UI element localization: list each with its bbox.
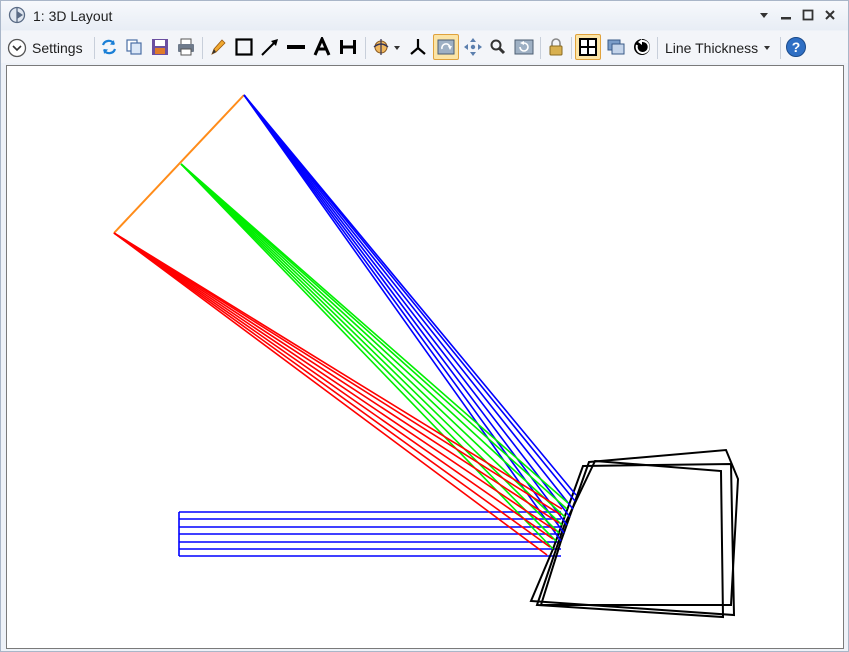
grid-button[interactable] [575, 34, 601, 60]
maximize-icon[interactable] [799, 6, 817, 24]
toolbar-divider [202, 37, 203, 59]
toolbar-divider [365, 37, 366, 59]
dimension-button[interactable] [336, 35, 360, 59]
dispersed-ray-green [180, 163, 569, 504]
settings-button[interactable]: Settings [7, 37, 83, 59]
layout-canvas[interactable] [6, 65, 844, 649]
dispersed-ray-blue [243, 94, 562, 542]
dispersed-ray-blue [243, 94, 577, 496]
dispersed-ray-red [113, 232, 557, 532]
toolbar-divider [540, 37, 541, 59]
rotate-icon [437, 39, 455, 55]
reset-view-button[interactable] [512, 35, 536, 59]
window-button[interactable] [604, 35, 628, 59]
help-button[interactable]: ? [784, 35, 808, 59]
toolbar: Settings Line Thickness ? [1, 31, 848, 63]
dispersed-ray-blue [243, 94, 571, 518]
layout-window: 1: 3D Layout Settings Line Thickness ? [0, 0, 849, 652]
dispersed-ray-red [113, 232, 562, 516]
save-button[interactable] [148, 35, 172, 59]
arrow-button[interactable] [258, 35, 282, 59]
refresh-icon [101, 39, 117, 55]
text-button[interactable] [310, 35, 334, 59]
rotate-view-icon [373, 39, 400, 55]
settings-label: Settings [32, 40, 83, 56]
dispersed-ray-red [113, 232, 554, 540]
dispersed-ray-green [180, 163, 563, 526]
toolbar-divider [571, 37, 572, 59]
optical-layout-drawing [113, 94, 740, 619]
toolbar-divider [780, 37, 781, 59]
line-thickness-dropdown[interactable]: Line Thickness [665, 37, 771, 59]
axes-icon [410, 39, 426, 55]
dispersed-ray-blue [243, 94, 565, 534]
reset-view-icon [514, 39, 534, 55]
axes-button[interactable] [406, 35, 430, 59]
dropdown-icon[interactable] [755, 6, 773, 24]
pan-button[interactable] [461, 35, 485, 59]
toolbar-divider [94, 37, 95, 59]
toolbar-divider [657, 37, 658, 59]
snap-icon [634, 39, 650, 55]
grid-icon [579, 38, 597, 56]
pencil-button[interactable] [206, 35, 230, 59]
help-icon: ? [786, 37, 806, 57]
zoom-button[interactable] [486, 35, 510, 59]
rotate-button[interactable] [433, 34, 459, 60]
close-icon[interactable] [821, 6, 839, 24]
minimize-icon[interactable] [777, 6, 795, 24]
copy-button[interactable] [122, 35, 146, 59]
dispersed-ray-red [113, 232, 563, 510]
snap-button[interactable] [630, 35, 654, 59]
pan-icon [464, 38, 482, 56]
rectangle-icon [235, 38, 253, 56]
svg-text:?: ? [792, 39, 801, 55]
rectangle-button[interactable] [232, 35, 256, 59]
save-icon [152, 39, 168, 55]
title-bar: 1: 3D Layout [1, 1, 848, 30]
dispersed-ray-green [180, 163, 566, 518]
chevron-down-icon [7, 38, 27, 58]
lock-icon [549, 38, 563, 56]
arrow-icon [261, 39, 278, 56]
dispersed-ray-red [113, 232, 560, 524]
layout-app-icon [8, 6, 26, 24]
print-icon [178, 38, 194, 56]
line-icon [287, 45, 305, 49]
chevron-down-icon [764, 46, 771, 50]
line-button[interactable] [284, 35, 308, 59]
image-plane [113, 94, 245, 234]
window-title: 1: 3D Layout [33, 8, 113, 24]
dimension-icon [340, 40, 356, 54]
prism-outline [535, 459, 725, 619]
refresh-button[interactable] [97, 35, 121, 59]
line-thickness-label: Line Thickness [665, 40, 759, 56]
pencil-icon [211, 39, 226, 55]
dispersed-ray-blue [243, 94, 574, 510]
zoom-icon [490, 39, 506, 55]
rotate-view-dropdown[interactable] [369, 35, 403, 59]
print-button[interactable] [174, 35, 198, 59]
copy-icon [126, 39, 142, 55]
text-icon [313, 37, 331, 56]
window-icon [607, 39, 625, 55]
lock-button[interactable] [544, 35, 568, 59]
prism-outline [539, 448, 740, 606]
